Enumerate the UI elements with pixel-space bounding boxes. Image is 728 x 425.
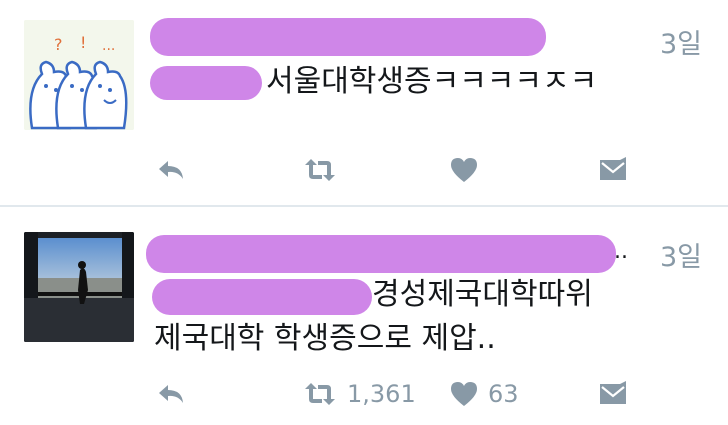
tweet-actions: 1,361 63	[0, 372, 728, 416]
avatar[interactable]	[24, 232, 134, 342]
retweet-button[interactable]	[303, 148, 337, 192]
direct-message-icon	[600, 157, 626, 180]
reply-button[interactable]	[156, 148, 186, 192]
like-count: 63	[488, 380, 519, 408]
tweet-timestamp[interactable]: 3일	[660, 235, 702, 274]
tweet-text-line1: 경성제국대학따위	[372, 277, 593, 312]
tweet-timestamp[interactable]: 3일	[660, 22, 702, 61]
reply-icon	[159, 385, 183, 403]
redacted-username	[150, 18, 546, 56]
cartoon-avatar-image: ? ! ...	[24, 20, 134, 130]
heart-icon	[451, 382, 477, 406]
svg-text:?: ?	[54, 35, 63, 54]
redacted-mention	[150, 66, 262, 100]
heart-icon	[451, 158, 477, 182]
direct-message-icon	[600, 381, 626, 404]
retweet-button[interactable]: 1,361	[303, 372, 416, 416]
direct-message-button[interactable]	[598, 372, 628, 416]
tweet-actions	[0, 148, 728, 192]
direct-message-button[interactable]	[598, 148, 628, 192]
redacted-username	[146, 235, 616, 273]
truncation-mark: ..	[614, 239, 628, 264]
like-button[interactable]	[450, 148, 478, 192]
like-button[interactable]: 63	[450, 372, 519, 416]
avatar[interactable]: ? ! ...	[24, 20, 134, 130]
retweet-icon	[305, 383, 335, 405]
tweet-item[interactable]: ? ! ... 3일 서울대학생증ㅋㅋㅋㅋㅈㅋ	[0, 0, 728, 206]
tweet-item[interactable]: .. 3일 경성제국대학따위 제국대학 학생증으로 제압.. 1,361 63	[0, 207, 728, 425]
reply-button[interactable]	[156, 372, 186, 416]
retweet-icon	[305, 159, 335, 181]
redacted-mention	[152, 279, 372, 315]
tweet-text: 서울대학생증ㅋㅋㅋㅋㅈㅋ	[266, 64, 598, 99]
svg-text:...: ...	[102, 38, 115, 54]
tweet-text-line2: 제국대학 학생증으로 제압..	[154, 321, 496, 356]
photo-avatar-image	[24, 232, 134, 342]
retweet-count: 1,361	[347, 380, 416, 408]
svg-text:!: !	[80, 33, 86, 52]
reply-icon	[159, 161, 183, 179]
